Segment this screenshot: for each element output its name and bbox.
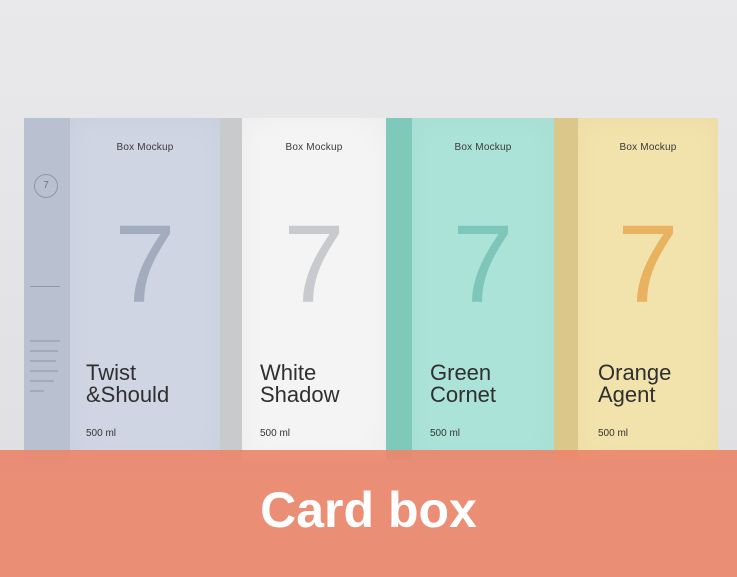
box-volume: 500 ml — [598, 428, 629, 439]
box-name-line-1: White — [260, 360, 317, 385]
box-front-panel: Box Mockup 7 Green Cornet 500 ml — [412, 118, 554, 460]
box-brand-label: Box Mockup — [285, 142, 343, 153]
box-name-line-1: Green — [430, 360, 492, 385]
box-name-line-1: Orange — [598, 360, 672, 385]
box-name-line-2: &Should — [86, 382, 170, 407]
box-number: 7 — [452, 203, 514, 326]
side-emblem-icon: 7 — [34, 174, 58, 198]
caption-text: Card box — [260, 482, 477, 538]
box-orange-agent: Box Mockup 7 Orange Agent 500 ml — [554, 118, 718, 460]
product-photo: 7 Box Mockup 7 Twist &Should 500 ml Box … — [0, 0, 737, 577]
box-front-panel: Box Mockup 7 White Shadow 500 ml — [242, 118, 386, 460]
box-volume: 500 ml — [86, 428, 117, 439]
box-twist-should: 7 Box Mockup 7 Twist &Should 500 ml — [24, 118, 220, 460]
box-side-panel — [220, 118, 242, 460]
box-name-line-1: Twist — [86, 360, 137, 385]
box-number: 7 — [114, 203, 176, 326]
box-brand-label: Box Mockup — [454, 142, 512, 153]
box-product-name: Orange Agent — [598, 362, 671, 406]
box-brand-label: Box Mockup — [619, 142, 677, 153]
box-green-cornet: Box Mockup 7 Green Cornet 500 ml — [386, 118, 554, 460]
box-product-name: Twist &Should — [86, 362, 169, 406]
box-side-panel: 7 — [24, 118, 70, 460]
box-front-panel: Box Mockup 7 Orange Agent 500 ml — [578, 118, 718, 460]
box-volume: 500 ml — [260, 428, 291, 439]
box-product-name: White Shadow — [260, 362, 340, 406]
side-fine-print — [30, 340, 62, 400]
box-side-panel — [554, 118, 578, 460]
box-number: 7 — [283, 203, 345, 326]
side-divider — [30, 286, 60, 287]
box-name-line-2: Shadow — [260, 382, 340, 407]
box-number: 7 — [617, 203, 679, 326]
box-product-name: Green Cornet — [430, 362, 496, 406]
box-name-line-2: Cornet — [430, 382, 497, 407]
box-side-panel — [386, 118, 412, 460]
box-white-shadow: Box Mockup 7 White Shadow 500 ml — [220, 118, 386, 460]
box-brand-label: Box Mockup — [116, 142, 174, 153]
box-volume: 500 ml — [430, 428, 461, 439]
box-name-line-2: Agent — [598, 382, 656, 407]
box-front-panel: Box Mockup 7 Twist &Should 500 ml — [70, 118, 220, 460]
